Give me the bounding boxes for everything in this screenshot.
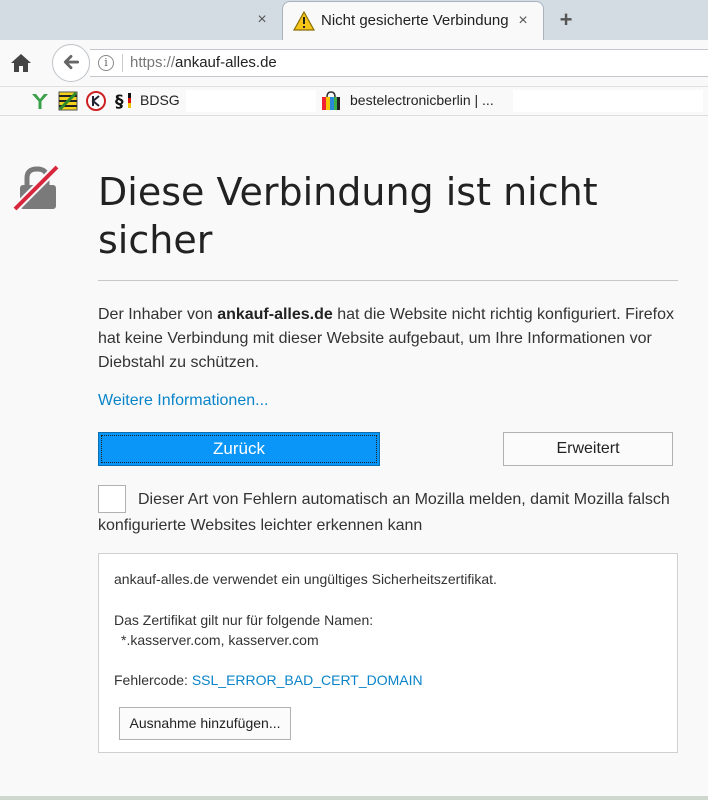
error-page: Diese Verbindung ist nicht sicher Der In… [0, 116, 708, 800]
error-description: Der Inhaber von ankauf-alles.de hat die … [98, 303, 683, 375]
invalid-cert-text: ankauf-alles.de verwendet ein ungültiges… [114, 571, 497, 587]
back-arrow-icon [63, 54, 80, 70]
back-button[interactable] [52, 44, 90, 82]
bookmarks-toolbar: § BDSG bestelectronicberlin | ... [0, 87, 708, 116]
bottom-edge [0, 796, 708, 800]
tab-strip: × Nicht gesicherte Verbindung × + [0, 0, 708, 40]
valid-names-list: *.kasserver.com, kasserver.com [121, 632, 319, 648]
warning-icon [293, 11, 315, 31]
bookmark-k-circle-icon[interactable] [86, 91, 106, 111]
bookmark-green-y-icon[interactable] [30, 91, 50, 111]
svg-text:§: § [115, 92, 124, 111]
bookmark-redacted[interactable] [513, 90, 703, 112]
title-divider [98, 280, 678, 281]
broken-lock-icon [12, 164, 60, 212]
bookmark-paragraph-icon[interactable]: § [114, 91, 136, 111]
tab-active[interactable]: Nicht gesicherte Verbindung × [282, 1, 544, 40]
site-info-icon[interactable]: i [98, 55, 114, 71]
tab-title: Nicht gesicherte Verbindung [321, 12, 509, 29]
valid-names-label: Das Zertifikat gilt nur für folgende Nam… [114, 612, 374, 628]
advanced-details-panel: ankauf-alles.de verwendet ein ungültiges… [98, 553, 678, 753]
desc-prefix: Der Inhaber von [98, 306, 218, 323]
url-bar[interactable]: i https://ankauf-alles.de [90, 49, 708, 77]
home-icon[interactable] [8, 50, 34, 76]
previous-tab-close-icon[interactable]: × [252, 10, 272, 30]
add-exception-button[interactable]: Ausnahme hinzufügen... [119, 707, 291, 740]
tab-close-icon[interactable]: × [513, 11, 533, 31]
desc-host: ankauf-alles.de [217, 306, 333, 323]
error-code-label: Fehlercode: [114, 672, 192, 688]
bookmark-label-bdsg[interactable]: BDSG [140, 92, 180, 108]
back-button-primary[interactable]: Zurück [98, 432, 380, 466]
url-protocol: https:// [130, 54, 176, 71]
error-code-link[interactable]: SSL_ERROR_BAD_CERT_DOMAIN [192, 672, 423, 688]
report-checkbox[interactable] [98, 485, 126, 513]
navigation-bar: i https://ankauf-alles.de [0, 40, 708, 87]
url-separator [122, 54, 123, 72]
bookmark-redacted[interactable] [186, 90, 316, 112]
error-code-line: Fehlercode: SSL_ERROR_BAD_CERT_DOMAIN [114, 672, 423, 688]
page-title: Diese Verbindung ist nicht sicher [98, 170, 598, 262]
more-info-link[interactable]: Weitere Informationen... [98, 392, 268, 410]
bookmark-shopping-bag-icon[interactable] [320, 91, 342, 111]
new-tab-button[interactable]: + [554, 8, 578, 32]
bookmark-saxony-crest-icon[interactable] [58, 91, 78, 111]
report-checkbox-label: Dieser Art von Fehlern automatisch an Mo… [98, 491, 670, 534]
advanced-button[interactable]: Erweitert [503, 432, 673, 466]
bookmark-label-bestelectronicberlin[interactable]: bestelectronicberlin | ... [350, 92, 494, 108]
url-host: ankauf-alles.de [175, 54, 277, 71]
url-text[interactable]: https://ankauf-alles.de [130, 54, 277, 71]
